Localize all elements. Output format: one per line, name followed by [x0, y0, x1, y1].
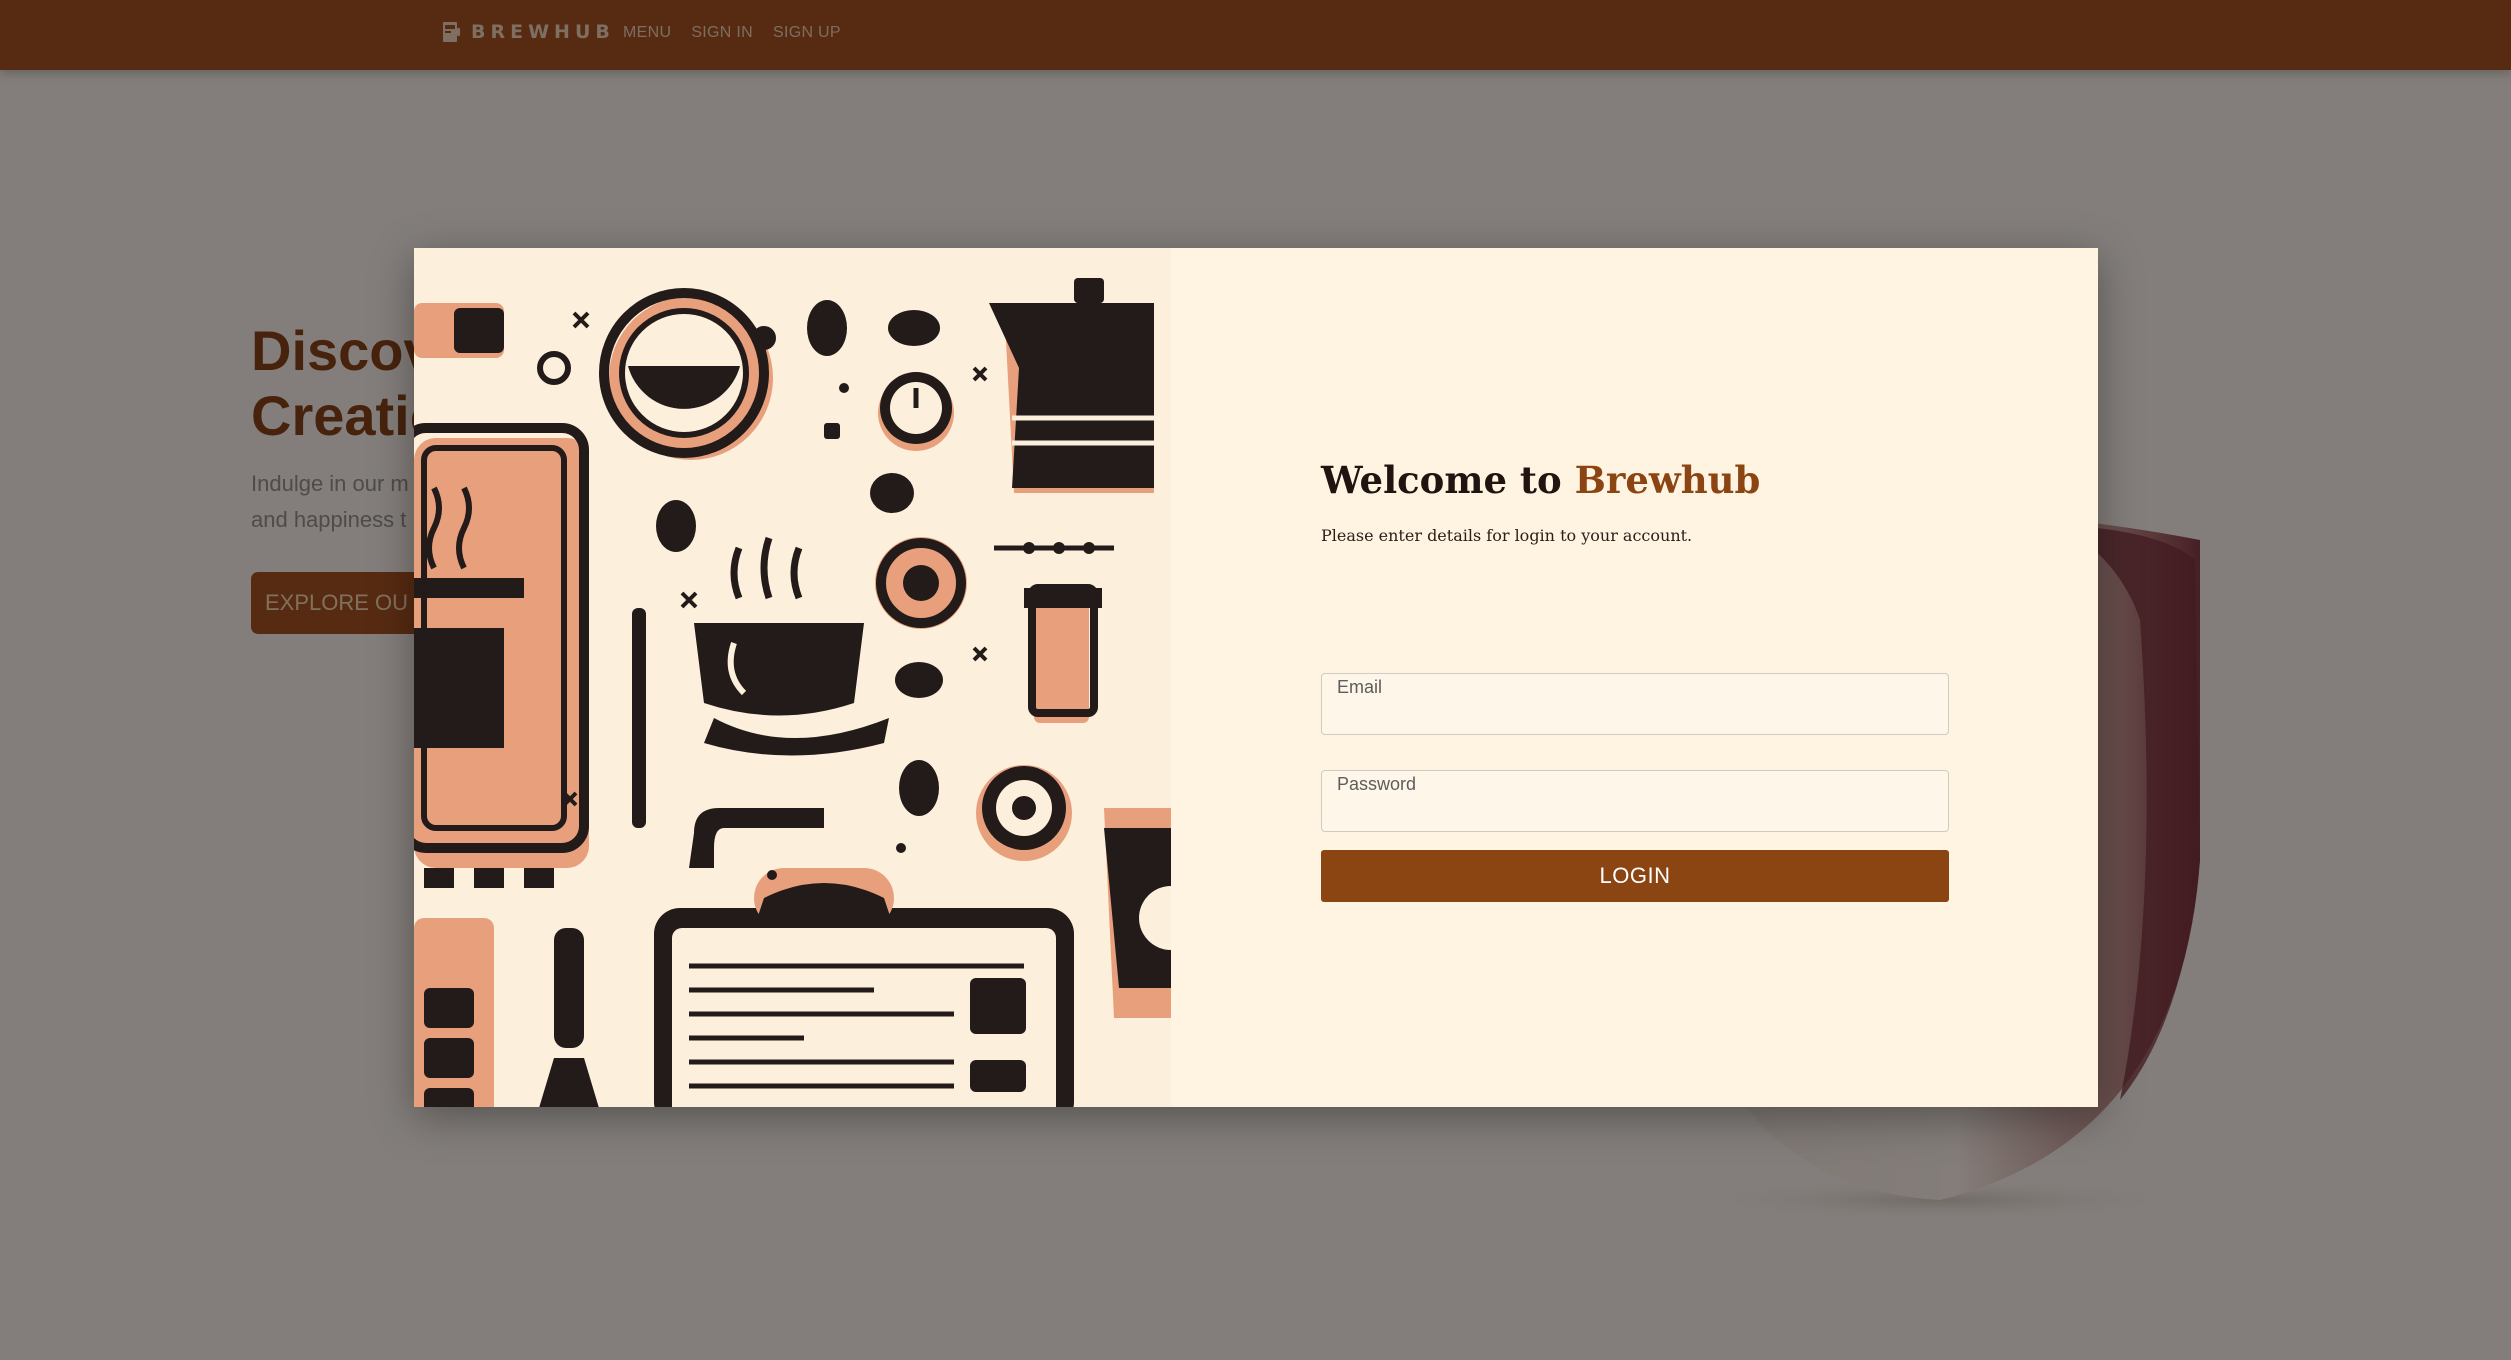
- login-form: Welcome to Brewhub Please enter details …: [1171, 248, 2098, 1107]
- coffee-illustration-image: [414, 248, 1171, 1107]
- coffee-illustration-panel: [414, 248, 1171, 1107]
- welcome-prefix: Welcome to: [1321, 458, 1575, 502]
- email-input[interactable]: [1336, 700, 1936, 730]
- login-modal: Welcome to Brewhub Please enter details …: [414, 248, 2098, 1107]
- email-label: Email: [1337, 677, 1383, 697]
- welcome-heading: Welcome to Brewhub: [1321, 458, 1760, 502]
- welcome-brand: Brewhub: [1574, 458, 1761, 502]
- password-input[interactable]: [1336, 797, 1936, 827]
- login-button[interactable]: LOGIN: [1321, 850, 1949, 902]
- email-field[interactable]: Email: [1321, 673, 1949, 735]
- password-field[interactable]: Password: [1321, 770, 1949, 832]
- password-label: Password: [1337, 774, 1417, 794]
- welcome-subtitle: Please enter details for login to your a…: [1321, 526, 1693, 545]
